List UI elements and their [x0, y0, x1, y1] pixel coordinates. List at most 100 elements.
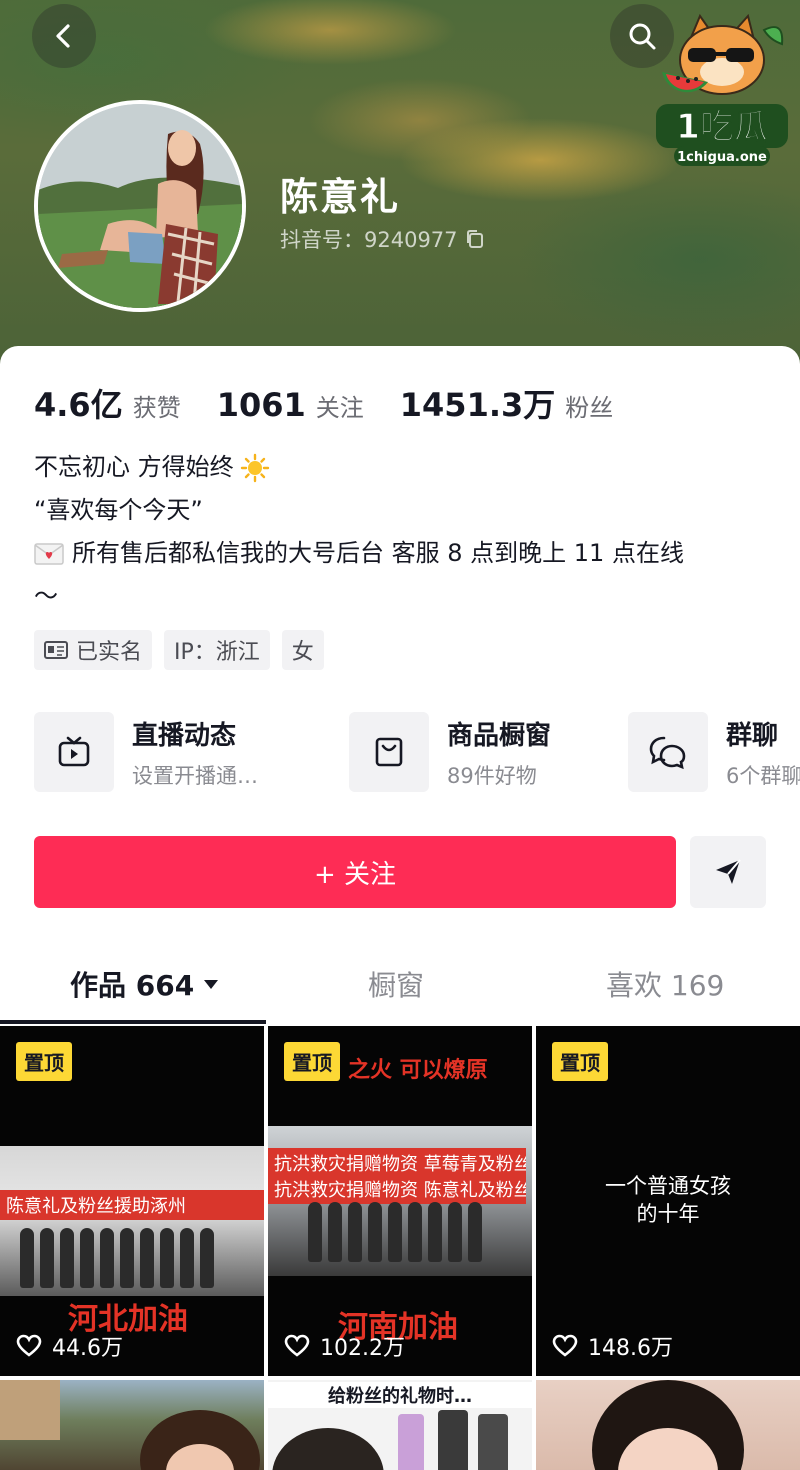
person: [200, 1228, 214, 1288]
tag-label: 女: [291, 640, 314, 665]
like-count-text: 148.6万: [588, 1336, 673, 1361]
tab-label: 喜欢 169: [606, 969, 725, 1002]
douyin-id[interactable]: 抖音号：9240977: [280, 224, 486, 254]
stat-followers[interactable]: 1451.3万 粉丝: [400, 380, 614, 426]
thumbnail-scene: [0, 1380, 260, 1470]
feature-text: 商品橱窗 89件好物: [447, 715, 551, 790]
avatar-photo: [38, 104, 242, 308]
thumbnail-scene: 陈意礼及粉丝援助涿州: [0, 1146, 264, 1296]
person: [60, 1228, 74, 1288]
person: [160, 1228, 174, 1288]
send-icon: [716, 859, 741, 884]
bio-text: “喜欢每个今天”: [34, 496, 203, 524]
person: [40, 1228, 54, 1288]
heart-icon: [552, 1334, 578, 1357]
person: [448, 1202, 462, 1262]
pinned-badge: 置顶: [284, 1042, 340, 1081]
video-thumbnail[interactable]: 给粉丝的礼物时…: [268, 1380, 532, 1470]
bio-text: ～: [34, 582, 58, 610]
feature-title: 直播动态: [132, 720, 237, 751]
heart-icon: [284, 1334, 310, 1357]
sun-emoji-icon: [240, 453, 269, 482]
tab-showcase[interactable]: 橱窗: [368, 964, 424, 1004]
bio-line: ～: [34, 575, 774, 618]
like-count-text: 44.6万: [52, 1336, 123, 1361]
bio-text: 不忘初心 方得始终: [34, 453, 234, 481]
thumbnail-overlay-text: 之火 可以燎原: [348, 1058, 488, 1083]
love-letter-icon: [34, 542, 64, 565]
feature-row: 直播动态 设置开播通… 商品橱窗 89件好物 群聊 6个群聊: [34, 712, 800, 794]
person: [100, 1228, 114, 1288]
tag-label: 已实名: [76, 640, 143, 665]
svg-text:1吃瓜: 1吃瓜: [676, 107, 768, 147]
crowd: [308, 1202, 482, 1262]
shopping-bag-icon: [375, 737, 403, 767]
person: [80, 1228, 94, 1288]
person: [308, 1202, 322, 1262]
watermark-logo: 1吃瓜 1chigua.one: [652, 10, 792, 170]
video-thumbnail[interactable]: 之火 可以燎原 抗洪救灾捐赠物资 草莓青及粉丝 抗洪救灾捐赠物资 陈意礼及粉丝 …: [268, 1026, 532, 1376]
bio-line: 不忘初心 方得始终: [34, 446, 774, 489]
stat-following[interactable]: 1061 关注: [217, 386, 364, 424]
feature-shop[interactable]: 商品橱窗 89件好物: [349, 712, 551, 792]
tag-gender: 女: [281, 630, 324, 670]
caret-down-icon[interactable]: [202, 977, 220, 991]
tab-likes[interactable]: 喜欢 169: [606, 964, 724, 1004]
feature-text: 群聊 6个群聊: [726, 715, 800, 790]
pinned-badge: 置顶: [16, 1042, 72, 1081]
share-button[interactable]: [690, 836, 766, 908]
profile-tags: 已实名 IP：浙江 女: [34, 630, 324, 670]
feature-subtitle: 6个群聊: [726, 763, 800, 788]
content-tabs: 作品 664 橱窗 喜欢 169: [0, 946, 800, 1026]
stat-likes: 4.6亿 获赞: [34, 380, 181, 426]
feature-icon-box: [628, 712, 708, 792]
tag-label: IP：浙江: [174, 640, 260, 665]
thumbnail-scene: [272, 1410, 508, 1470]
person: [328, 1202, 342, 1262]
video-thumbnail[interactable]: 一个普通女孩 的十年 置顶 148.6万: [536, 1026, 800, 1376]
stat-value: 1061: [216, 386, 306, 424]
like-count: 102.2万: [284, 1330, 405, 1362]
video-thumbnail[interactable]: 陈意礼及粉丝援助涿州 河北加油 置顶 44.6万: [0, 1026, 264, 1376]
stat-label: 关注: [315, 394, 364, 422]
copy-icon[interactable]: [464, 228, 486, 250]
follow-button[interactable]: + 关注: [34, 836, 676, 908]
feature-live[interactable]: 直播动态 设置开播通…: [34, 712, 258, 792]
crowd: [20, 1228, 214, 1288]
person: [348, 1202, 362, 1262]
person: [20, 1228, 34, 1288]
person: [120, 1228, 134, 1288]
profile-banner: 1吃瓜 1chigua.one 陈意礼 抖音号：9240977: [0, 0, 800, 380]
tag-verified: 已实名: [34, 630, 153, 670]
person: [388, 1202, 402, 1262]
thumbnail-banner-text: 陈意礼及粉丝援助涿州: [0, 1190, 264, 1220]
feature-group-chat[interactable]: 群聊 6个群聊: [628, 712, 800, 792]
active-tab-indicator: [0, 1020, 266, 1024]
follow-button-label: + 关注: [313, 859, 397, 890]
person: [428, 1202, 442, 1262]
bio-text: 所有售后都私信我的大号后台 客服 8 点到晚上 11 点在线: [72, 539, 684, 567]
video-thumbnail[interactable]: [536, 1380, 800, 1470]
chat-bubbles-icon: [649, 736, 686, 770]
tv-icon: [58, 736, 90, 767]
bio: 不忘初心 方得始终 “喜欢每个今天” 所有售后都私信我的大号后台 客服 8 点到…: [34, 446, 774, 618]
profile-name: 陈意礼: [280, 175, 401, 219]
feature-icon-box: [34, 712, 114, 792]
tab-label: 橱窗: [368, 969, 425, 1002]
avatar[interactable]: [34, 100, 246, 312]
id-card-icon: [44, 641, 68, 659]
douyin-id-text: 抖音号：9240977: [280, 228, 458, 252]
video-thumbnail[interactable]: [0, 1380, 264, 1470]
like-count: 44.6万: [16, 1330, 123, 1362]
chevron-left-icon: [56, 24, 70, 48]
stat-label: 获赞: [132, 394, 181, 422]
profile-card: 4.6亿 获赞 1061 关注 1451.3万 粉丝 不忘初心 方得始终 “喜欢…: [0, 346, 800, 1470]
stat-value: 4.6亿: [34, 386, 123, 424]
tab-works[interactable]: 作品 664: [70, 964, 220, 1004]
like-count: 148.6万: [552, 1330, 673, 1362]
back-button[interactable]: [32, 4, 96, 68]
stat-label: 粉丝: [565, 394, 614, 422]
person: [368, 1202, 382, 1262]
svg-text:1chigua.one: 1chigua.one: [677, 150, 767, 165]
pinned-badge: 置顶: [552, 1042, 608, 1081]
